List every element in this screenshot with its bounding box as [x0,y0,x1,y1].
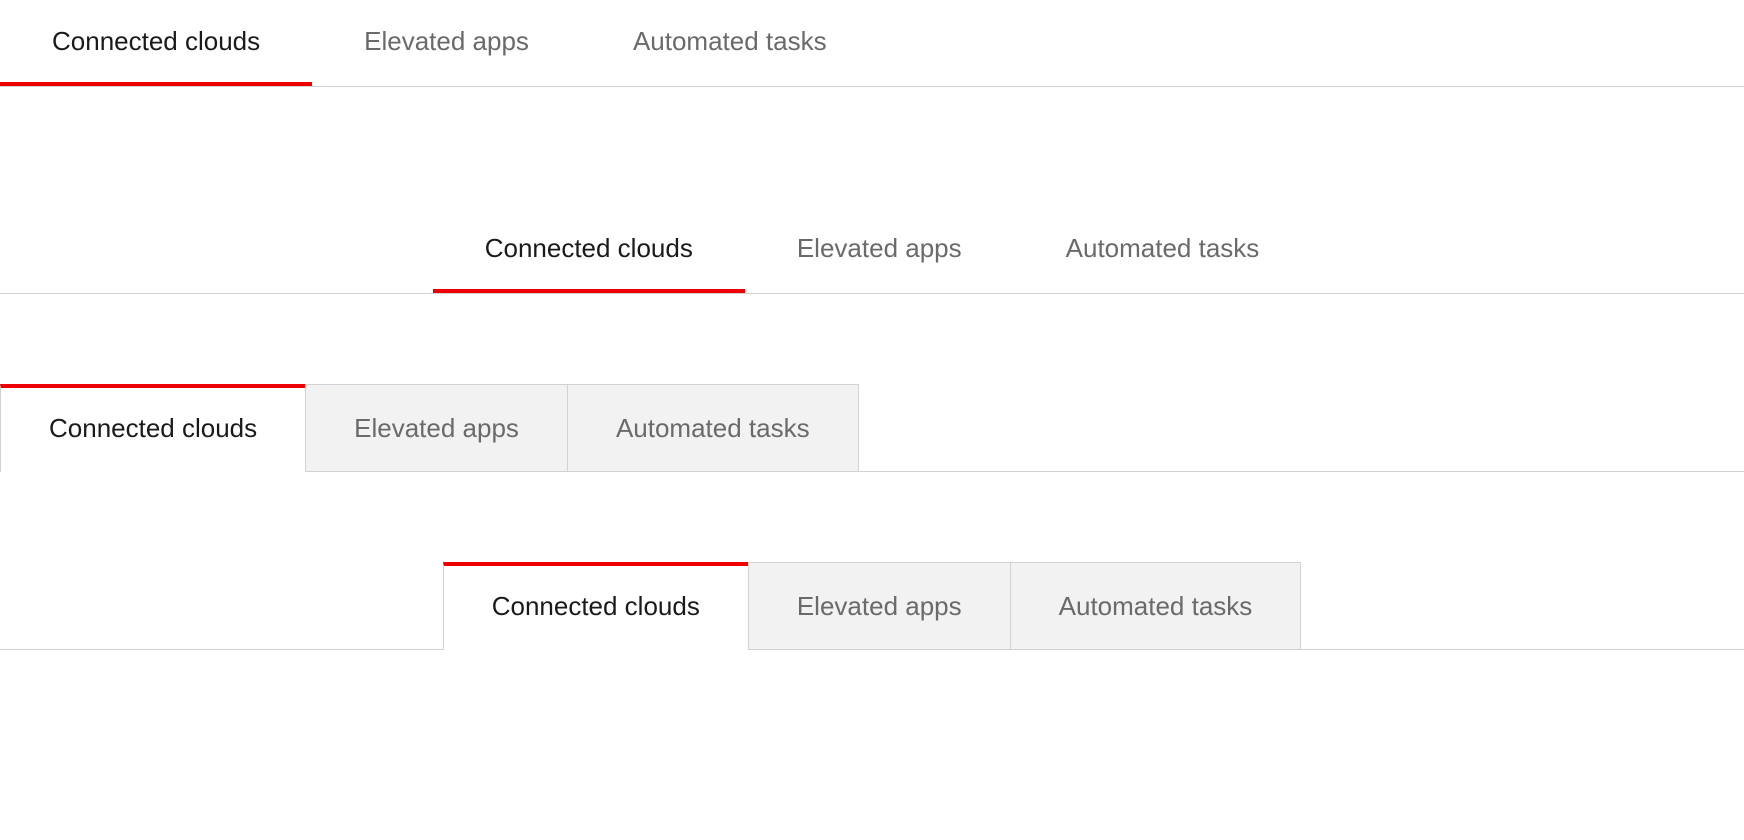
tab-elevated-apps[interactable]: Elevated apps [305,384,568,471]
tab-connected-clouds[interactable]: Connected clouds [433,207,745,293]
tab-elevated-apps[interactable]: Elevated apps [312,0,581,86]
tab-connected-clouds[interactable]: Connected clouds [443,562,749,650]
box-tabs-left: Connected clouds Elevated apps Automated… [0,384,1744,472]
tab-automated-tasks[interactable]: Automated tasks [567,384,859,471]
box-tabs-center: Connected clouds Elevated apps Automated… [0,562,1744,650]
tab-automated-tasks[interactable]: Automated tasks [1014,207,1312,293]
open-tabs-center: Connected clouds Elevated apps Automated… [0,207,1744,294]
tab-connected-clouds[interactable]: Connected clouds [0,0,312,86]
tab-automated-tasks[interactable]: Automated tasks [581,0,879,86]
tab-elevated-apps[interactable]: Elevated apps [745,207,1014,293]
tab-automated-tasks[interactable]: Automated tasks [1010,562,1302,649]
tab-elevated-apps[interactable]: Elevated apps [748,562,1011,649]
open-tabs-left: Connected clouds Elevated apps Automated… [0,0,1744,87]
tab-connected-clouds[interactable]: Connected clouds [0,384,306,472]
